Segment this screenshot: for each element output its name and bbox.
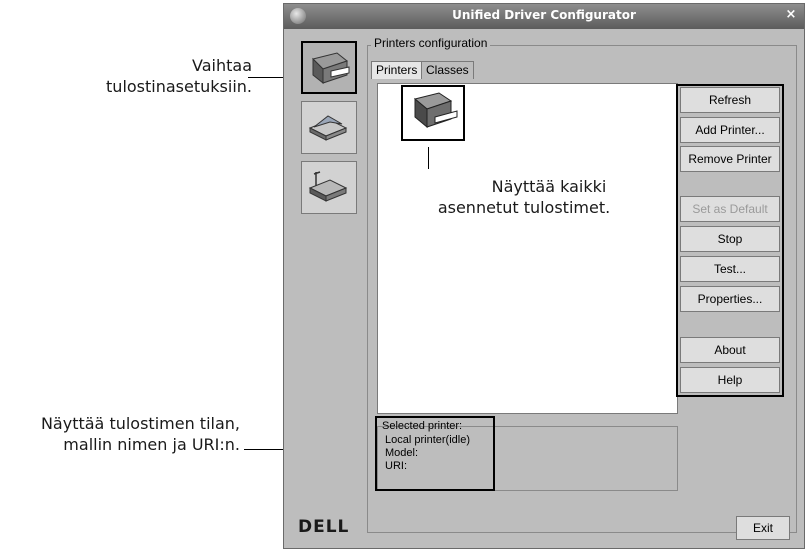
window-title: Unified Driver Configurator bbox=[452, 8, 636, 22]
tab-printers[interactable]: Printers bbox=[371, 61, 423, 79]
annotation-switch-settings: Vaihtaa tulostinasetuksiin. bbox=[40, 55, 252, 97]
selected-printer-uri: URI: bbox=[385, 460, 407, 472]
network-port-icon bbox=[308, 171, 348, 202]
selected-printer-model: Model: bbox=[385, 447, 419, 459]
annotation-line-2: mallin nimen ja URI:n. bbox=[63, 435, 240, 454]
sidebar-ports-button[interactable] bbox=[301, 161, 357, 214]
annotation-line-1: Näyttää tulostimen tilan, bbox=[40, 414, 240, 433]
title-bar: Unified Driver Configurator × bbox=[284, 4, 804, 29]
set-as-default-button[interactable]: Set as Default bbox=[680, 196, 780, 222]
annotation-line-1: Vaihtaa bbox=[192, 56, 252, 75]
dell-logo: DELL bbox=[298, 517, 350, 537]
printer-icon bbox=[312, 52, 350, 85]
sidebar-printers-button[interactable] bbox=[301, 41, 357, 94]
scanner-icon bbox=[308, 115, 348, 141]
add-printer-button[interactable]: Add Printer... bbox=[680, 117, 780, 143]
about-button[interactable]: About bbox=[680, 337, 780, 363]
remove-printer-button[interactable]: Remove Printer bbox=[680, 146, 780, 172]
refresh-button[interactable]: Refresh bbox=[680, 87, 780, 113]
close-icon[interactable]: × bbox=[784, 8, 798, 22]
printer-icon bbox=[413, 92, 458, 129]
printer-list-item[interactable] bbox=[401, 85, 465, 141]
properties-button[interactable]: Properties... bbox=[680, 286, 780, 312]
exit-button[interactable]: Exit bbox=[736, 516, 790, 540]
test-button[interactable]: Test... bbox=[680, 256, 780, 282]
tab-classes[interactable]: Classes bbox=[421, 61, 474, 79]
annotation-all-printers: Näyttää kaikki asennetut tulostimet. bbox=[404, 176, 644, 218]
annotation-line-2: tulostinasetuksiin. bbox=[106, 77, 252, 96]
group-title: Printers configuration bbox=[371, 36, 491, 50]
configurator-window: Unified Driver Configurator × Printers c… bbox=[283, 3, 805, 549]
stop-button[interactable]: Stop bbox=[680, 226, 780, 252]
selected-printer-status: Local printer(idle) bbox=[385, 434, 470, 446]
annotation-line-2: asennetut tulostimet. bbox=[437, 198, 611, 217]
selected-printer-label: Selected printer: bbox=[382, 420, 463, 432]
sidebar-scanners-button[interactable] bbox=[301, 101, 357, 154]
annotation-line-1: Näyttää kaikki bbox=[491, 177, 607, 196]
annotation-connector bbox=[428, 147, 429, 169]
annotation-status-info: Näyttää tulostimen tilan, mallin nimen j… bbox=[0, 413, 240, 455]
help-button[interactable]: Help bbox=[680, 367, 780, 393]
